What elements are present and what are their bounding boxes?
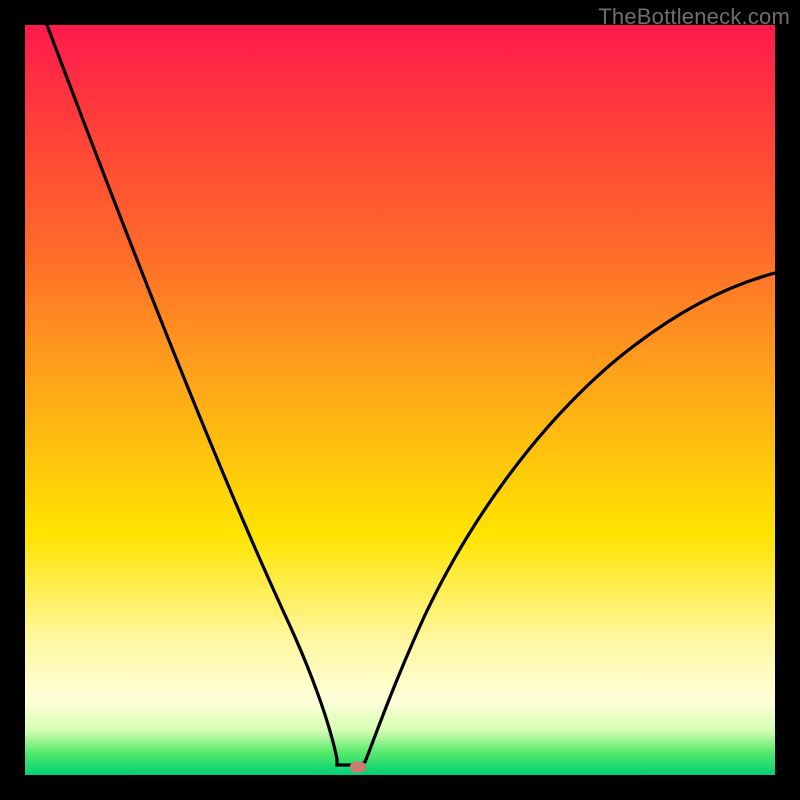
chart-frame: TheBottleneck.com [0, 0, 800, 800]
curve-right-branch [360, 273, 775, 765]
curve-left-branch [47, 25, 360, 765]
bottleneck-curve [25, 25, 775, 775]
minimum-marker [350, 762, 366, 773]
plot-area [25, 25, 775, 775]
watermark-text: TheBottleneck.com [598, 4, 790, 30]
